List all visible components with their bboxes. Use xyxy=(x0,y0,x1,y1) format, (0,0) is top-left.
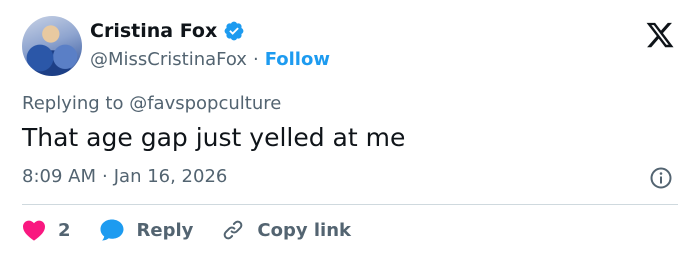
tweet-date[interactable]: Jan 16, 2026 xyxy=(114,166,228,187)
like-count: 2 xyxy=(58,219,71,241)
handle-row: @MissCristinaFox · Follow xyxy=(90,49,330,70)
chat-bubble-icon xyxy=(100,219,124,241)
reply-label: Reply xyxy=(136,219,194,241)
copy-link-label: Copy link xyxy=(257,219,351,241)
timestamp-row: 8:09 AM · Jan 16, 2026 xyxy=(22,166,227,187)
reply-button[interactable]: Reply xyxy=(99,218,194,242)
user-handle[interactable]: @MissCristinaFox xyxy=(90,49,247,70)
info-icon[interactable] xyxy=(649,166,673,190)
avatar[interactable] xyxy=(22,16,82,76)
follow-button[interactable]: Follow xyxy=(265,49,330,70)
copy-link-button[interactable]: Copy link xyxy=(221,218,351,242)
x-logo-icon[interactable] xyxy=(644,20,676,50)
verified-badge-icon xyxy=(224,21,244,41)
replying-to[interactable]: Replying to @favspopculture xyxy=(22,93,281,114)
tweet-text: That age gap just yelled at me xyxy=(22,123,406,152)
action-bar: 2 Reply Copy link xyxy=(22,216,351,244)
heart-icon xyxy=(23,220,45,241)
name-row: Cristina Fox xyxy=(90,20,245,42)
divider xyxy=(22,204,678,205)
separator-dot: · xyxy=(252,49,259,70)
display-name[interactable]: Cristina Fox xyxy=(90,20,217,42)
like-button[interactable]: 2 xyxy=(22,219,71,241)
separator-dot: · xyxy=(102,166,108,187)
tweet-time[interactable]: 8:09 AM xyxy=(22,166,96,187)
link-icon xyxy=(224,220,243,240)
tweet-card: Cristina Fox @MissCristinaFox · Follow R… xyxy=(0,0,700,256)
